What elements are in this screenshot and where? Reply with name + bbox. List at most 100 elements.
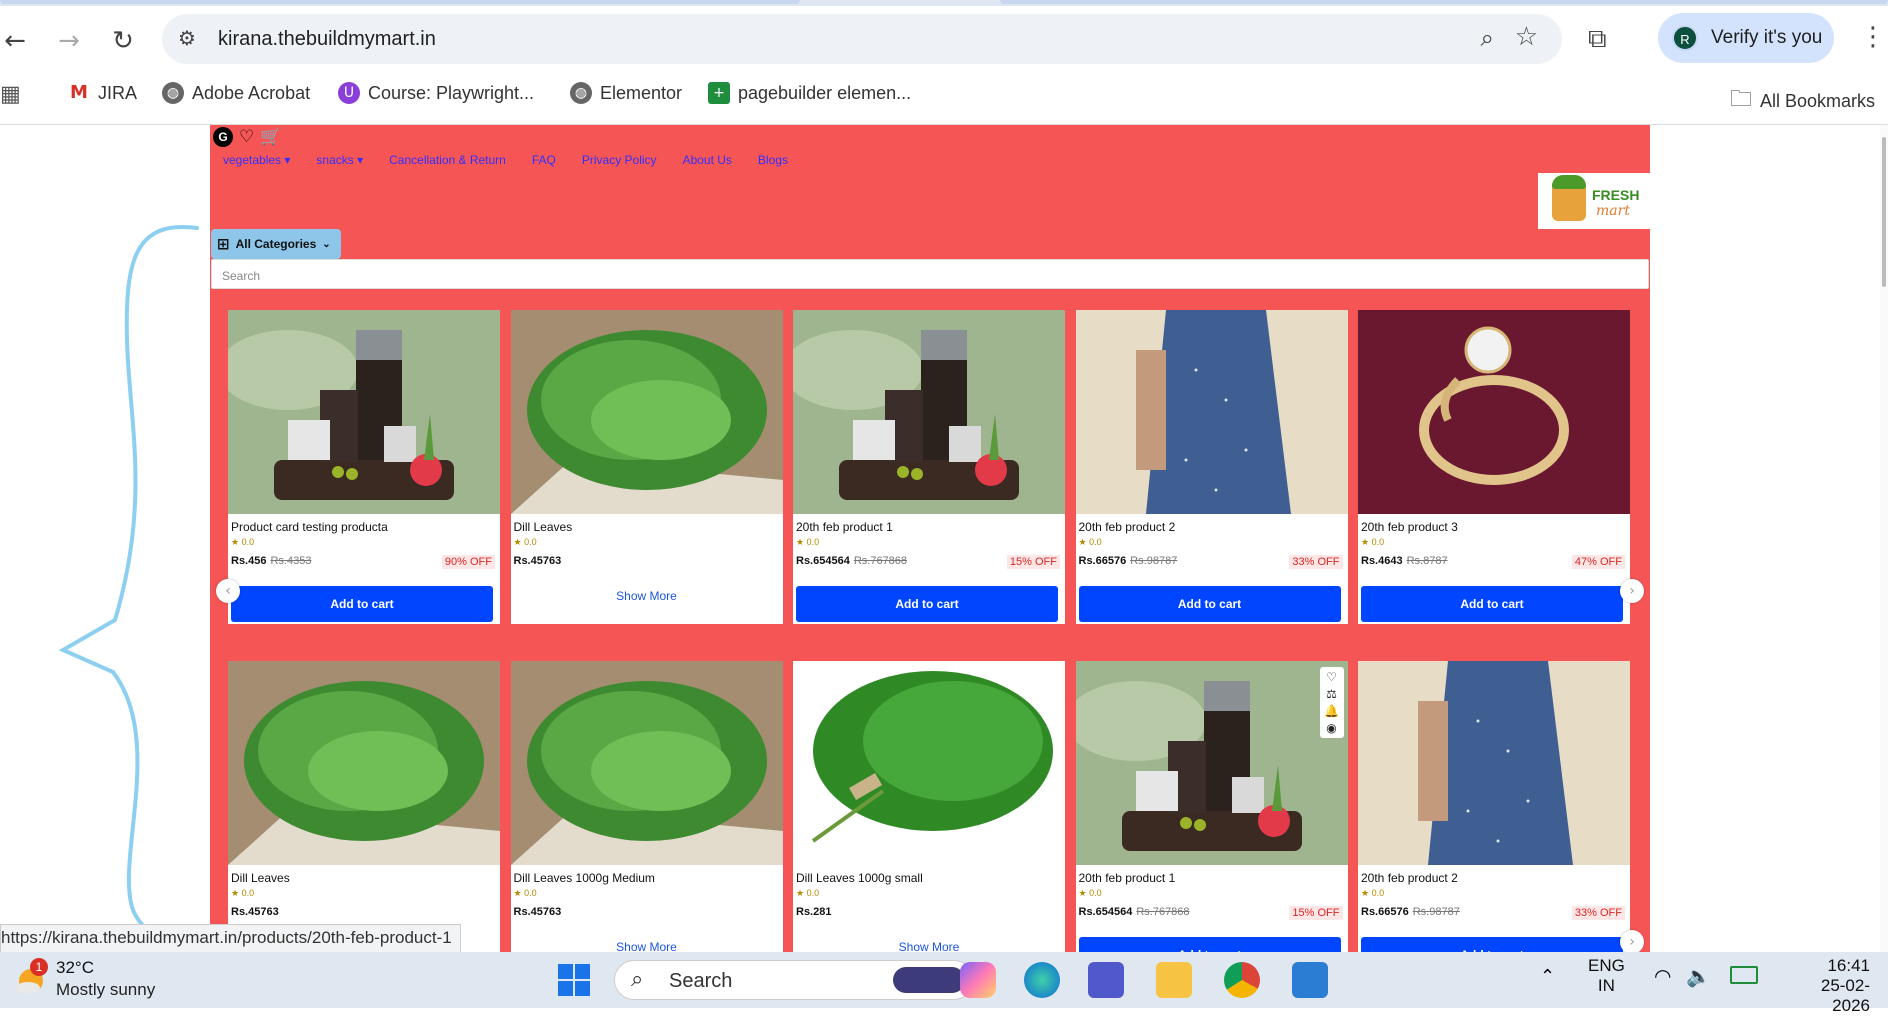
address-bar[interactable]: ⚙ kirana.thebuildmymart.in ⌕ ☆ bbox=[162, 14, 1562, 64]
product-image[interactable] bbox=[510, 310, 783, 514]
wishlist-heart-icon[interactable]: ♡ bbox=[1326, 670, 1337, 684]
product-image[interactable] bbox=[228, 310, 500, 514]
extensions-icon[interactable]: ⧉ bbox=[1588, 24, 1607, 55]
product-name[interactable]: 20th feb product 2 bbox=[1079, 520, 1176, 534]
product-card[interactable]: Dill Leaves ★ 0.0 Rs.45763 Show More bbox=[510, 310, 783, 624]
volume-icon[interactable]: 🔈 bbox=[1686, 964, 1711, 988]
bookmark-star-icon[interactable]: ☆ bbox=[1515, 22, 1538, 52]
product-card[interactable]: 20th feb product 2 ★ 0.0 Rs.66576 Rs.98787 3… bbox=[1358, 661, 1630, 952]
bookmark-label: JIRA bbox=[98, 82, 138, 103]
menu-item-blogs[interactable]: Blogs bbox=[758, 153, 788, 167]
add-to-cart-button[interactable]: Add to cart bbox=[1078, 937, 1341, 952]
tray-chevron-up-icon[interactable]: ⌃ bbox=[1540, 966, 1555, 987]
product-card[interactable]: 20th feb product 1 ★ 0.0 Rs.654564 Rs.76786… bbox=[793, 310, 1065, 624]
reload-icon[interactable]: ↻ bbox=[108, 26, 138, 56]
menu-item-vegetables[interactable]: vegetables ▾ bbox=[223, 153, 290, 167]
verify-profile-button[interactable]: R Verify it's you bbox=[1658, 13, 1834, 63]
product-name[interactable]: Dill Leaves 1000g Medium bbox=[514, 871, 655, 885]
clock[interactable]: 16:41 25-02-2026 bbox=[1790, 956, 1870, 1016]
lang-line1: ENG bbox=[1588, 956, 1625, 975]
copilot-icon[interactable] bbox=[960, 962, 996, 998]
product-card[interactable]: ♡ ⚖ 🔔 ◉ 20th feb product 1 ★ 0.0 Rs.654564 Rs.7… bbox=[1075, 661, 1348, 952]
menu-kebab-icon[interactable]: ⋮ bbox=[1860, 22, 1886, 52]
product-card[interactable]: Dill Leaves ★ 0.0 Rs.45763 bbox=[228, 661, 500, 952]
all-categories-button[interactable]: ⊞ All Categories ⌄ bbox=[211, 229, 341, 259]
main-menu: vegetables ▾ snacks ▾ Cancellation & Ret… bbox=[223, 153, 788, 167]
wishlist-heart-icon[interactable]: ♡ bbox=[239, 127, 254, 147]
product-image[interactable] bbox=[1358, 661, 1630, 865]
quick-view-eye-icon[interactable]: ◉ bbox=[1326, 721, 1336, 735]
menu-item-faq[interactable]: FAQ bbox=[532, 153, 556, 167]
battery-icon[interactable] bbox=[1730, 966, 1758, 984]
show-more-link[interactable]: Show More bbox=[511, 940, 783, 952]
forward-icon[interactable]: → bbox=[54, 26, 84, 56]
menu-item-privacy[interactable]: Privacy Policy bbox=[582, 153, 657, 167]
bookmark-adobe-acrobat[interactable]: ◍ Adobe Acrobat bbox=[162, 82, 310, 104]
product-name[interactable]: Product card testing producta bbox=[231, 520, 388, 534]
bookmark-elementor[interactable]: ◍ Elementor bbox=[570, 82, 682, 104]
product-name[interactable]: Dill Leaves 1000g small bbox=[796, 871, 923, 885]
carousel-next-arrow[interactable]: › bbox=[1620, 930, 1644, 952]
weather-widget[interactable]: 1 bbox=[14, 958, 48, 996]
add-to-cart-button[interactable]: Add to cart bbox=[231, 586, 493, 622]
menu-item-snacks[interactable]: snacks ▾ bbox=[316, 153, 363, 167]
show-more-link[interactable]: Show More bbox=[511, 589, 783, 603]
product-image[interactable] bbox=[793, 310, 1065, 514]
teams-icon[interactable] bbox=[1088, 962, 1124, 998]
notepad-icon[interactable] bbox=[1292, 962, 1328, 998]
zoom-icon[interactable]: ⌕ bbox=[1481, 24, 1494, 52]
product-image[interactable] bbox=[228, 661, 500, 865]
language-indicator[interactable]: ENG IN bbox=[1588, 956, 1625, 996]
menu-item-cancellation[interactable]: Cancellation & Return bbox=[389, 153, 506, 167]
product-card[interactable]: Dill Leaves 1000g small ★ 0.0 Rs.281 Show M… bbox=[793, 661, 1065, 952]
back-icon[interactable]: ← bbox=[0, 26, 30, 56]
windows-taskbar: 1 32°C Mostly sunny ⌕ Search ⌃ ENG IN ◠ … bbox=[0, 952, 1888, 1015]
add-to-cart-button[interactable]: Add to cart bbox=[1078, 586, 1341, 622]
site-info-icon[interactable]: ⚙ bbox=[178, 26, 196, 50]
product-name[interactable]: 20th feb product 3 bbox=[1361, 520, 1458, 534]
chrome-icon[interactable] bbox=[1224, 962, 1260, 998]
fresh-mart-logo[interactable]: FRESH mart bbox=[1538, 173, 1650, 229]
add-to-cart-button[interactable]: Add to cart bbox=[1361, 937, 1623, 952]
product-image[interactable] bbox=[1075, 310, 1348, 514]
product-image[interactable] bbox=[510, 661, 783, 865]
google-icon[interactable]: G bbox=[213, 127, 233, 147]
product-image[interactable]: ♡ ⚖ 🔔 ◉ bbox=[1075, 661, 1348, 865]
discount-badge: 47% OFF bbox=[1571, 555, 1625, 569]
cart-icon[interactable]: 🛒 bbox=[260, 127, 281, 147]
product-rating: ★ 0.0 bbox=[231, 888, 255, 898]
product-image[interactable] bbox=[793, 661, 1065, 865]
product-card[interactable]: 20th feb product 2 ★ 0.0 Rs.66576 Rs.98787 3… bbox=[1075, 310, 1348, 624]
wifi-icon[interactable]: ◠ bbox=[1654, 964, 1671, 988]
page-scrollbar[interactable] bbox=[1880, 125, 1888, 952]
carousel-prev-arrow[interactable]: ‹ bbox=[216, 579, 240, 603]
product-name[interactable]: 20th feb product 1 bbox=[1079, 871, 1176, 885]
product-card[interactable]: Dill Leaves 1000g Medium ★ 0.0 Rs.45763 Sho… bbox=[510, 661, 783, 952]
all-bookmarks[interactable]: 🗀 All Bookmarks bbox=[1730, 82, 1875, 120]
taskbar-search[interactable]: ⌕ Search bbox=[614, 960, 974, 1000]
windows-start-icon[interactable] bbox=[556, 962, 592, 998]
compare-icon[interactable]: ⚖ bbox=[1326, 687, 1337, 701]
carousel-next-arrow[interactable]: › bbox=[1620, 579, 1644, 603]
product-name[interactable]: Dill Leaves bbox=[231, 871, 290, 885]
scrollbar-thumb[interactable] bbox=[1882, 137, 1886, 287]
bookmark-pagebuilder[interactable]: + pagebuilder elemen... bbox=[708, 82, 911, 104]
bookmark-jira[interactable]: M JIRA bbox=[68, 82, 137, 104]
notify-bell-icon[interactable]: 🔔 bbox=[1324, 704, 1339, 718]
file-explorer-icon[interactable] bbox=[1156, 962, 1192, 998]
product-card[interactable]: 20th feb product 3 ★ 0.0 Rs.4643 Rs.8787 47%… bbox=[1358, 310, 1630, 624]
show-more-link[interactable]: Show More bbox=[793, 940, 1065, 952]
apps-grid-icon[interactable]: ▦ bbox=[0, 82, 21, 107]
add-to-cart-button[interactable]: Add to cart bbox=[1361, 586, 1623, 622]
edge-icon[interactable] bbox=[1024, 962, 1060, 998]
menu-item-about[interactable]: About Us bbox=[683, 153, 732, 167]
bookmark-course[interactable]: U Course: Playwright... bbox=[338, 82, 534, 104]
product-image[interactable] bbox=[1358, 310, 1630, 514]
product-name[interactable]: 20th feb product 1 bbox=[796, 520, 893, 534]
url-text[interactable]: kirana.thebuildmymart.in bbox=[218, 28, 436, 51]
add-to-cart-button[interactable]: Add to cart bbox=[796, 586, 1058, 622]
search-input[interactable]: Search bbox=[211, 259, 1649, 289]
product-card[interactable]: Product card testing producta ★ 0.0 Rs.456… bbox=[228, 310, 500, 624]
product-name[interactable]: 20th feb product 2 bbox=[1361, 871, 1458, 885]
product-name[interactable]: Dill Leaves bbox=[514, 520, 573, 534]
